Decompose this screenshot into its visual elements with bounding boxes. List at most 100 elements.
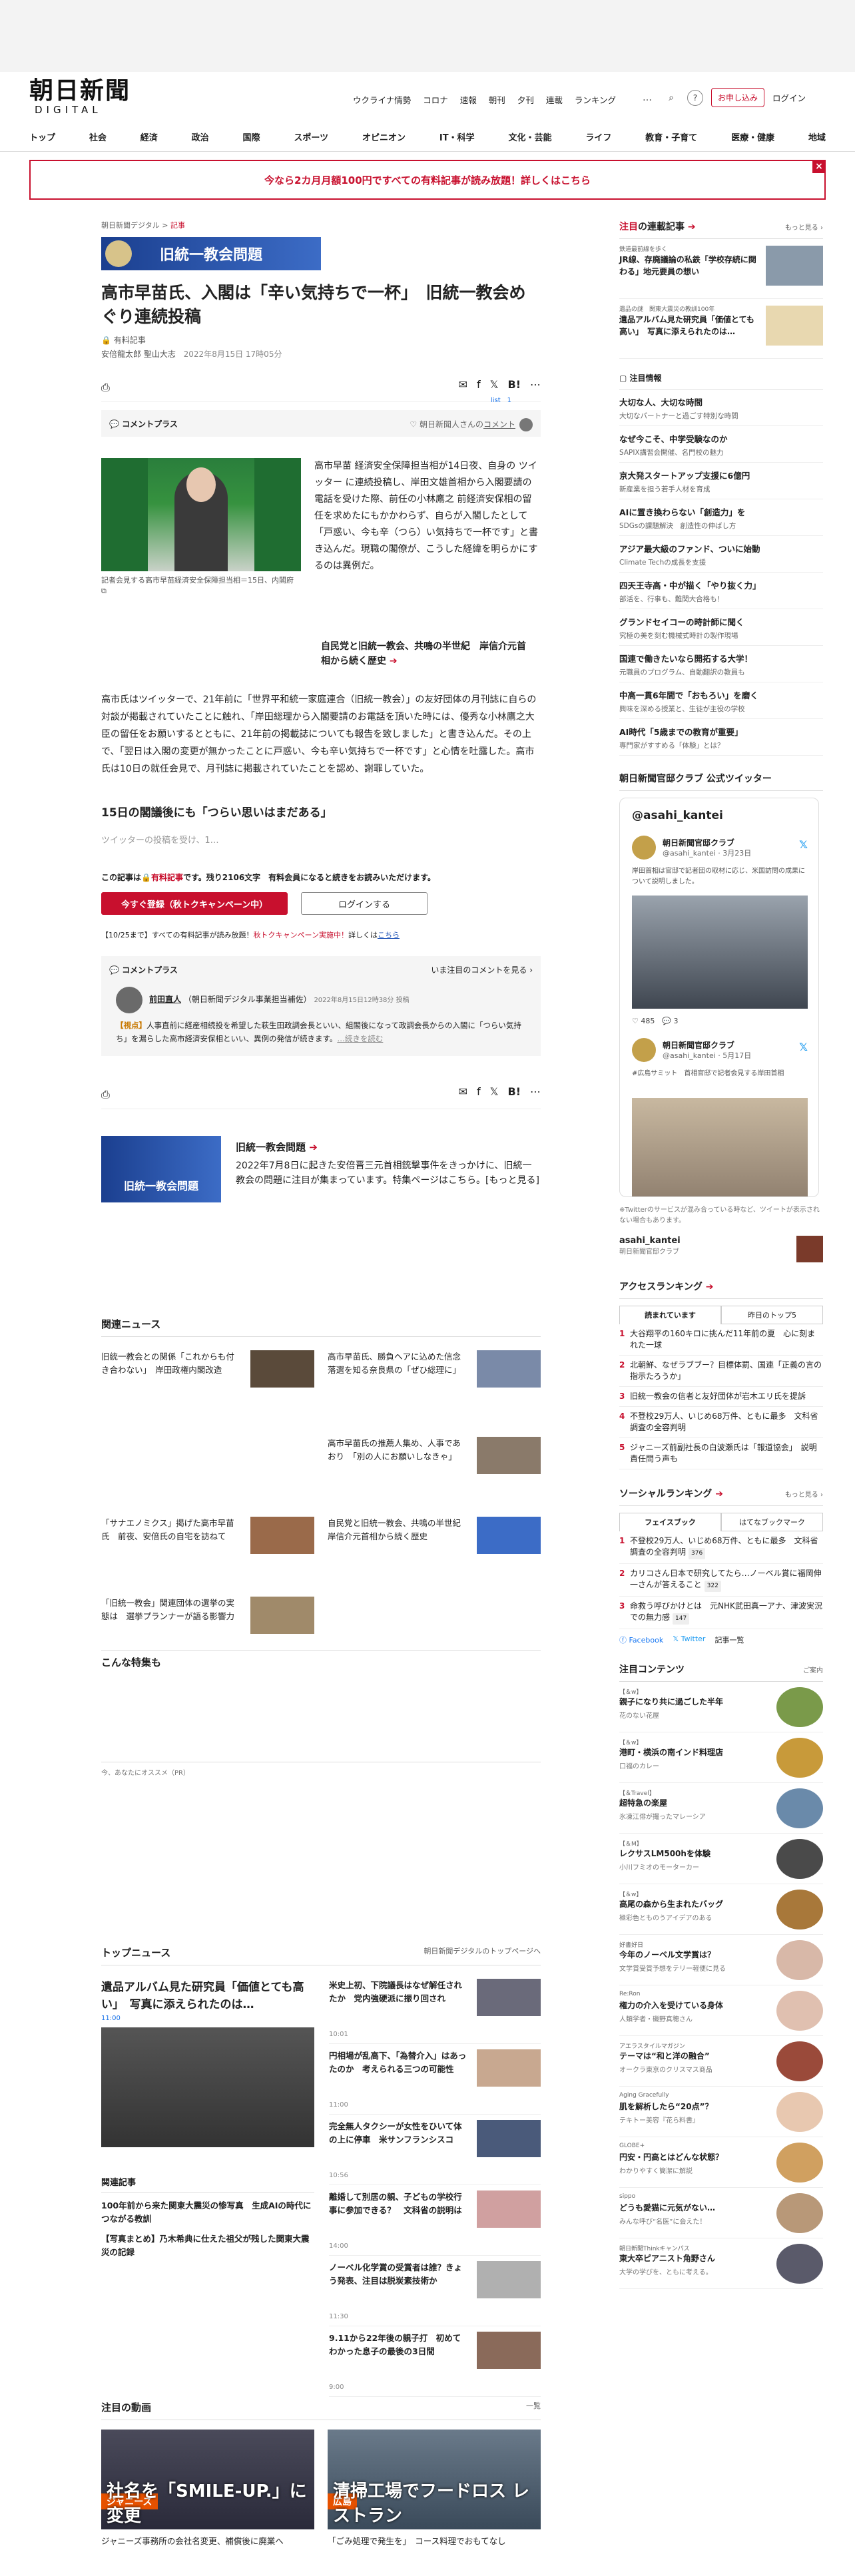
tab-facebook[interactable]: フェイスブック — [619, 1513, 721, 1531]
content-item[interactable]: GLOBE+ 円安・円高とはどんな状態？ わかりやすく簡潔に解説 — [619, 2137, 823, 2188]
more-icon[interactable]: … — [639, 90, 655, 106]
top-news-item[interactable]: 離婚して別居の親、子どもの学校行事に参加できる？ 文科省の説明は 14:00 — [329, 2190, 541, 2256]
mainnav-item[interactable]: 社会 — [89, 130, 107, 143]
featured-info-item[interactable]: 四天王寺高・中が描く「やり抜く力」 部活を、行事も、難関大合格も！ — [619, 573, 823, 609]
content-item[interactable]: sippo どうも愛猫に元気がない… みんな呼び“名医”に会えた！ — [619, 2188, 823, 2238]
top-news-item[interactable]: 米史上初、下院議長はなぜ解任されたか 党内強硬派に振り回され 10:01 — [329, 1979, 541, 2044]
mainnav-item[interactable]: IT・科学 — [439, 130, 475, 143]
comment-read-more[interactable]: …続きを読む — [337, 1034, 383, 1043]
search-icon[interactable]: ⌕ — [663, 90, 679, 106]
content-item[interactable]: アエラスタイルマガジン テーマは“和と洋の融合” オークラ東京のクリスマス商品 — [619, 2036, 823, 2087]
register-button[interactable]: 今すぐ登録（秋トクキャンペーン中） — [101, 892, 288, 915]
help-icon[interactable]: ? — [687, 89, 703, 106]
breadcrumb-site[interactable]: 朝日新聞デジタル — [101, 221, 160, 230]
commenter-name[interactable]: 前田直人 — [149, 995, 181, 1004]
comment-link[interactable]: コメント — [483, 420, 515, 429]
mainnav-item[interactable]: 政治 — [192, 130, 209, 143]
top-news-item[interactable]: ノーベル化学賞の受賞者は誰？きょう発表、注目は脱炭素技術か 11:30 — [329, 2261, 541, 2326]
print-icon[interactable]: ⎙ — [101, 381, 110, 394]
sidebar-series-item[interactable]: 鉄道最前線を歩く JR線、存廃議論の私鉄「学校存続に関わる」地元要員の想い — [619, 239, 823, 299]
notice-link[interactable]: こちら — [378, 931, 400, 939]
sidebar-series-item[interactable]: 遺品の謎 関東大震災の教訓100年 遺品アルバム見た研究員「価値とても高い」 写真… — [619, 299, 823, 359]
top-news-item[interactable]: 円相場が乱高下、「為替介入」はあったのか 考えられる三つの可能性 11:00 — [329, 2049, 541, 2115]
comment-plus-bar[interactable]: 💬 コメントプラス ♡ 朝日新聞人さんのコメント — [101, 410, 541, 437]
content-item[interactable]: 【＆w】 港町・横浜の南インド料理店 口福のカレー — [619, 1732, 823, 1783]
featured-info-item[interactable]: グランドセイコーの時計師に聞く 究極の美を刻む機械式時計の製作現場 — [619, 609, 823, 646]
related-article-item[interactable]: 100年前から来た関東大震災の惨写真 生成AIの時代につながる教訓 — [101, 2199, 314, 2226]
sidebar-more-link[interactable]: もっと見る › — [785, 222, 823, 232]
topnav-item[interactable]: 夕刊 — [517, 93, 534, 106]
topnav-item[interactable]: コロナ — [423, 93, 448, 106]
comment-box-more[interactable]: いま注目のコメントを見る › — [431, 964, 533, 975]
breadcrumb-section[interactable]: 記事 — [170, 221, 185, 230]
topnav-item[interactable]: 朝刊 — [489, 93, 505, 106]
twitter-link[interactable]: 𝕏 Twitter — [673, 1635, 705, 1645]
series-promo[interactable]: 旧統一教会問題 旧統一教会問題 ➔ 2022年7月8日に起きた安倍晋三元首相銃撃… — [101, 1136, 541, 1209]
mainnav-item[interactable]: オピニオン — [362, 130, 406, 143]
facebook-link[interactable]: ⓕ Facebook — [619, 1635, 663, 1645]
related-article-item[interactable]: 【写真まとめ】乃木希典に仕えた祖父が残した関東大震災の記録 — [101, 2232, 314, 2259]
social-ranking-item[interactable]: 1 不登校29万人、いじめ68万件、ともに最多 文科省調査の全容判明 376 — [619, 1531, 823, 1564]
top-news-item[interactable]: 完全無人タクシーが女性をひいて体の上に停車 米サンフランシスコ 10:56 — [329, 2120, 541, 2185]
mainnav-item[interactable]: ライフ — [585, 130, 611, 143]
login-button[interactable]: ログインする — [301, 892, 428, 915]
related-item[interactable]: 旧統一教会との関係「これからも付き合わない」 岸田政権内閣改造 — [101, 1350, 314, 1404]
series-banner[interactable]: 旧統一教会問題 — [101, 237, 321, 270]
featured-info-item[interactable]: AI時代「5歳までの教育が重要」 専門家がすすめる「体験」とは？ — [619, 719, 823, 756]
videos-list-link[interactable]: 一覧 — [526, 2400, 541, 2414]
login-link[interactable]: ログイン — [772, 91, 806, 104]
hatena-bookmark-icon[interactable]: B! — [508, 1085, 521, 1098]
topnav-item[interactable]: 連載 — [546, 93, 563, 106]
content-item[interactable]: 【＆w】 親子になり共に過ごした半年 花のない花屋 — [619, 1682, 823, 1732]
related-item[interactable]: 「旧統一教会」関連団体の選挙の実態は 選挙プランナーが語る影響力 — [101, 1597, 314, 1650]
more-share-icon[interactable]: ⋯ — [530, 378, 541, 391]
topnav-item[interactable]: 速報 — [460, 93, 477, 106]
mail-icon[interactable]: ✉ — [459, 378, 467, 391]
related-item[interactable]: 「サナエノミクス」掲げた高市早苗氏 前夜、安倍氏の自宅を訪ねて — [101, 1517, 314, 1570]
more-share-icon[interactable]: ⋯ — [530, 1085, 541, 1098]
ranking-item[interactable]: 4 不登校29万人、いじめ68万件、ともに最多 文科省調査の全容判明 — [619, 1407, 823, 1438]
share-count[interactable]: list 1 — [491, 394, 511, 404]
top-news-item[interactable]: 9.11から22年後の親子打 初めてわかった息子の最後の3日間 9:00 — [329, 2332, 541, 2397]
mainnav-item[interactable]: 教育・子育て — [645, 130, 697, 143]
facebook-icon[interactable]: f — [477, 1085, 481, 1098]
video-item[interactable]: 広島 清掃工場でフードロス レストラン 「ごみ処理で発生を」 コース料理でおもて… — [328, 2430, 541, 2548]
related-item[interactable]: 自民党と旧統一教会、共鳴の半世紀 岸信介元首相から続く歴史 — [328, 1517, 541, 1570]
featured-info-item[interactable]: 京大発スタートアップ支援に6億円 新産業を担う若手人材を育成 — [619, 463, 823, 499]
featured-info-item[interactable]: 国連で働きたいなら開拓する大学！ 元職員のプログラム、自動翻訳の教員も — [619, 646, 823, 682]
twitter-embed-handle[interactable]: @asahi_kantei — [632, 809, 723, 822]
tab-most-read[interactable]: 読まれています — [619, 1306, 721, 1324]
content-guide-link[interactable]: ご案内 — [803, 1665, 823, 1674]
related-article-link[interactable]: 自民党と旧統一教会、共鳴の半世紀 岸信介元首相から続く歴史 ➔ — [321, 639, 534, 668]
content-item[interactable]: Aging Gracefully 肌を解析したら“20点”？ テキトー美容『花ら料書… — [619, 2087, 823, 2137]
mainnav-item[interactable]: 経済 — [141, 130, 158, 143]
twitter-account[interactable]: asahi_kantei 朝日新聞官邸クラブ — [619, 1236, 823, 1262]
video-item[interactable]: ジャニーズ 社名を「SMILE-UP.」に変更 ジャニーズ事務所の会社名変更、補… — [101, 2430, 314, 2548]
twitter-icon[interactable]: 𝕏 — [490, 378, 499, 391]
content-item[interactable]: Re:Ron 権力の介入を受けている身体 人類学者・磯野真穂さん — [619, 1985, 823, 2036]
mainnav-item[interactable]: スポーツ — [294, 130, 328, 143]
twitter-icon[interactable]: 𝕏 — [490, 1085, 499, 1098]
print-icon[interactable]: ⎙ — [101, 1088, 110, 1101]
ranking-item[interactable]: 3 旧統一教会の信者と友好団体が岩木エリ氏を提訴 — [619, 1387, 823, 1407]
top-news-main[interactable]: 遺品アルバム見た研究員「価値とても高い」 写真に添えられたのは… 11:00 — [101, 1979, 314, 2147]
campaign-banner[interactable]: 今なら2カ月月額100円ですべての有料記事が読み放題！詳しくはこちら × — [29, 160, 826, 200]
mainnav-item[interactable]: 国際 — [243, 130, 260, 143]
top-news-link[interactable]: 朝日新聞デジタルのトップページへ — [424, 1945, 541, 1959]
ranking-item[interactable]: 2 北朝鮮、なぜラブブー？目標体罰、国連「正義の言の指示たろうか」 — [619, 1356, 823, 1387]
featured-info-item[interactable]: なぜ今こそ、中学受験なのか SAPIX講習会開催、名門校の魅力 — [619, 426, 823, 463]
content-item[interactable]: 【＆M】 レクサスLM500hを体験 小川フミオのモーターカー — [619, 1834, 823, 1884]
mainnav-item[interactable]: 医療・健康 — [731, 130, 774, 143]
facebook-icon[interactable]: f — [477, 378, 481, 391]
zoom-icon[interactable]: ⧉ — [101, 587, 107, 595]
article-list-link[interactable]: 記事一覧 — [714, 1635, 744, 1645]
featured-info-item[interactable]: AIに置き換わらない「創造力」を SDGsの課題解決 創造性の伸ばし方 — [619, 499, 823, 536]
mail-icon[interactable]: ✉ — [459, 1085, 467, 1098]
ranking-item[interactable]: 1 大谷翔平の160キロに挑んだ11年前の夏 心に刻まれた一球 — [619, 1324, 823, 1356]
hatena-bookmark-icon[interactable]: B! — [508, 378, 521, 391]
related-item[interactable]: 高市早苗氏、勝負ヘアに込めた信念 落選を知る奈良県の「ぜひ総理に」 — [328, 1350, 541, 1404]
tab-yesterday-top5[interactable]: 昨日のトップ5 — [721, 1306, 823, 1324]
site-logo[interactable]: 朝日新聞 DIGITAL — [29, 77, 131, 116]
close-icon[interactable]: × — [812, 160, 826, 173]
featured-info-item[interactable]: 中高一貫6年間で「おもろい」を磨く 興味を深める授業と、生徒が主役の学校 — [619, 682, 823, 719]
